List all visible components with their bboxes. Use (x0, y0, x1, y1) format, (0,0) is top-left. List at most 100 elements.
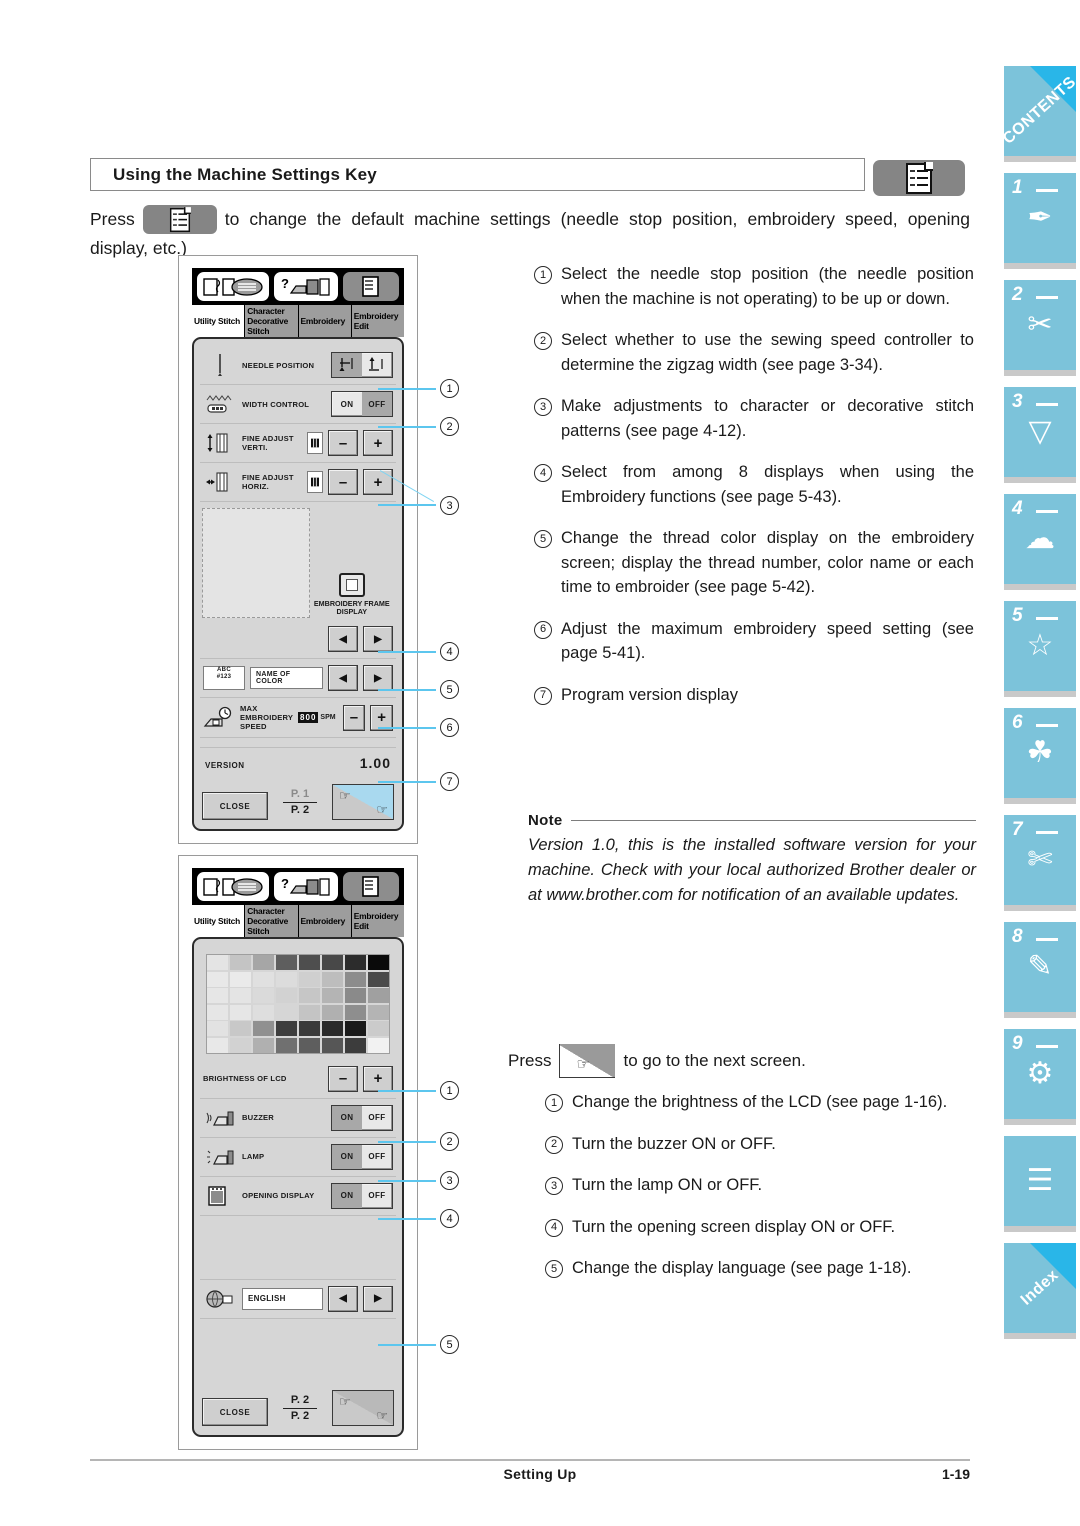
nav-button-utility-stitch[interactable] (196, 271, 270, 302)
callout2-number-5: 5 (440, 1335, 459, 1354)
grayscale-cell-1-4 (298, 971, 321, 987)
tab-character-decorative-stitch[interactable]: Character Decorative Stitch (245, 305, 299, 337)
needle-up-option[interactable] (362, 353, 392, 377)
color-display-left-button[interactable]: ◀ (328, 665, 358, 691)
grayscale-cell-1-0 (207, 971, 229, 987)
width-control-on-option[interactable]: ON (332, 392, 362, 416)
callout2-line-2 (378, 1141, 436, 1143)
machine-settings-key-chip[interactable] (873, 160, 965, 196)
needle-down-option[interactable] (332, 353, 362, 377)
nav-button-settings-2[interactable] (342, 871, 400, 902)
fine-adjust-vertical-minus-button[interactable]: – (328, 430, 358, 456)
tab-dash-icon (1036, 1045, 1058, 1048)
sidebar-tab-8-glyph-icon: ✎ (1027, 950, 1053, 983)
frame-display-left-button[interactable]: ◀ (328, 626, 358, 652)
fine-adjust-vertical-plus-button[interactable]: + (363, 430, 393, 456)
sidebar-tab-1[interactable]: 1 ✒ (1004, 173, 1076, 269)
callout-number-7: 7 (440, 772, 459, 791)
opening-display-off-option[interactable]: OFF (362, 1184, 392, 1208)
grayscale-cell-4-4 (298, 1021, 321, 1036)
tab-embroidery[interactable]: Embroidery (298, 305, 352, 337)
buzzer-off-option[interactable]: OFF (362, 1106, 392, 1130)
sidebar-tab-7[interactable]: 7 ✄ (1004, 815, 1076, 911)
tab-utility-stitch-2[interactable]: Utility Stitch (192, 905, 246, 937)
width-control-off-option[interactable]: OFF (362, 392, 392, 416)
grayscale-cell-1-2 (252, 971, 275, 987)
lamp-on-option[interactable]: ON (332, 1144, 362, 1169)
nav-button-settings[interactable] (342, 271, 400, 302)
grayscale-cell-2-1 (229, 988, 252, 1003)
screen2-next-page-button[interactable]: ☞ ☞ (332, 1390, 394, 1426)
sidebar-tab-2[interactable]: 2 ✂ (1004, 280, 1076, 376)
sidebar-tab-5-glyph-icon: ☆ (1026, 629, 1054, 662)
sidebar-tab-9[interactable]: 9 ⚙ (1004, 1029, 1076, 1125)
opening-display-on-option[interactable]: ON (332, 1183, 362, 1208)
lcd-screen-2: ? Utility Stitch Character Decorative St… (178, 855, 418, 1450)
note-divider (570, 819, 976, 822)
fine-adjust-vertical-indicator (307, 432, 323, 454)
color-display-right-button[interactable]: ▶ (363, 665, 393, 691)
instruction-item-7-text: Program version display (561, 685, 738, 704)
tab-embroidery-edit[interactable]: Embroidery Edit (351, 305, 404, 337)
tab-embroidery-edit-2[interactable]: Embroidery Edit (351, 905, 404, 937)
frame-display-right-button[interactable]: ▶ (363, 626, 393, 652)
needle-position-toggle[interactable] (331, 352, 393, 378)
instruction-bottom-item-5-number: 5 (545, 1260, 563, 1278)
sidebar-tab-appendix[interactable]: ☰ (1004, 1136, 1076, 1232)
nav-button-help-2[interactable]: ? (273, 871, 339, 902)
brightness-minus-button[interactable]: – (328, 1065, 358, 1092)
tab-dash-icon (1036, 938, 1058, 941)
tab-character-decorative-stitch-2[interactable]: Character Decorative Stitch (245, 905, 299, 937)
buzzer-on-option[interactable]: ON (332, 1105, 362, 1130)
nav-button-help[interactable]: ? (273, 271, 339, 302)
sidebar-tab-8[interactable]: 8 ✎ (1004, 922, 1076, 1018)
tab-dash-icon (1036, 724, 1058, 727)
width-control-toggle[interactable]: ON OFF (331, 391, 393, 417)
nav-button-utility-stitch-2[interactable] (196, 871, 270, 902)
lamp-off-option[interactable]: OFF (362, 1145, 392, 1169)
sidebar-tab-3-number: 3 (1012, 391, 1023, 412)
grayscale-cell-3-6 (344, 1004, 367, 1020)
brightness-plus-button[interactable]: + (363, 1065, 393, 1092)
sidebar-tab-4[interactable]: 4 ☁ (1004, 494, 1076, 590)
grayscale-cell-4-1 (229, 1021, 252, 1036)
screen1-next-page-button[interactable]: ☞ ☞ (332, 784, 394, 820)
note-block: Note Version 1.0, this is the installed … (528, 812, 976, 908)
sidebar-tab-4-glyph-icon: ☁ (1025, 522, 1055, 555)
screen1-close-button[interactable]: CLOSE (202, 792, 268, 820)
grayscale-cell-4-2 (252, 1021, 275, 1036)
sidebar-tab-4-number: 4 (1012, 498, 1023, 519)
row-fine-adjust-horizontal-label: FINE ADJUST HORIZ. (242, 473, 294, 491)
buzzer-toggle[interactable]: ON OFF (331, 1104, 393, 1131)
inline-settings-key-icon[interactable] (142, 205, 217, 234)
instruction-bottom-item-3-text: Turn the lamp ON or OFF. (572, 1176, 763, 1194)
pointing-hand-next-icon: ☞ (339, 1394, 351, 1409)
tab-utility-stitch[interactable]: Utility Stitch (192, 305, 246, 337)
instructions-list-top: 1 Select the needle stop position (the ne… (534, 262, 974, 724)
fine-adjust-horizontal-minus-button[interactable]: – (328, 469, 358, 495)
row-fine-adjust-vertical-label: FINE ADJUST VERTI. (242, 434, 294, 452)
sidebar-tab-contents[interactable]: CONTENTS (1000, 66, 1080, 162)
max-speed-minus-button[interactable]: – (342, 704, 366, 731)
footer-divider (90, 1459, 970, 1461)
frame-display-caption: EMBROIDERY FRAME DISPLAY (313, 599, 390, 616)
callout2-number-4: 4 (440, 1209, 459, 1228)
language-left-button[interactable]: ◀ (328, 1285, 358, 1312)
color-display-value: NAME OF COLOR (250, 667, 323, 689)
opening-display-toggle[interactable]: ON OFF (331, 1182, 393, 1209)
screen2-close-button[interactable]: CLOSE (202, 1398, 268, 1426)
instruction-bottom-item-1: 1 Change the brightness of the LCD (see p… (545, 1090, 975, 1115)
tab-embroidery-2[interactable]: Embroidery (298, 905, 352, 937)
fine-adjust-horizontal-plus-button[interactable]: + (363, 469, 393, 495)
sidebar-tab-5[interactable]: 5 ☆ (1004, 601, 1076, 697)
lamp-toggle[interactable]: ON OFF (331, 1143, 393, 1170)
language-right-button[interactable]: ▶ (363, 1285, 393, 1312)
sidebar-tab-3[interactable]: 3 ▽ (1004, 387, 1076, 483)
tab-dash-icon (1036, 510, 1058, 513)
sidebar-tab-index[interactable]: Index (1004, 1243, 1076, 1339)
embroidery-hoop-icon (338, 573, 365, 597)
instruction-bottom-item-4-text: Turn the opening screen display ON or OF… (572, 1217, 896, 1236)
next-screen-key-icon[interactable]: ☞ (559, 1044, 616, 1078)
sidebar-tab-6[interactable]: 6 ☘ (1004, 708, 1076, 804)
screen1-tab-row: Utility Stitch Character Decorative Stit… (192, 305, 404, 337)
